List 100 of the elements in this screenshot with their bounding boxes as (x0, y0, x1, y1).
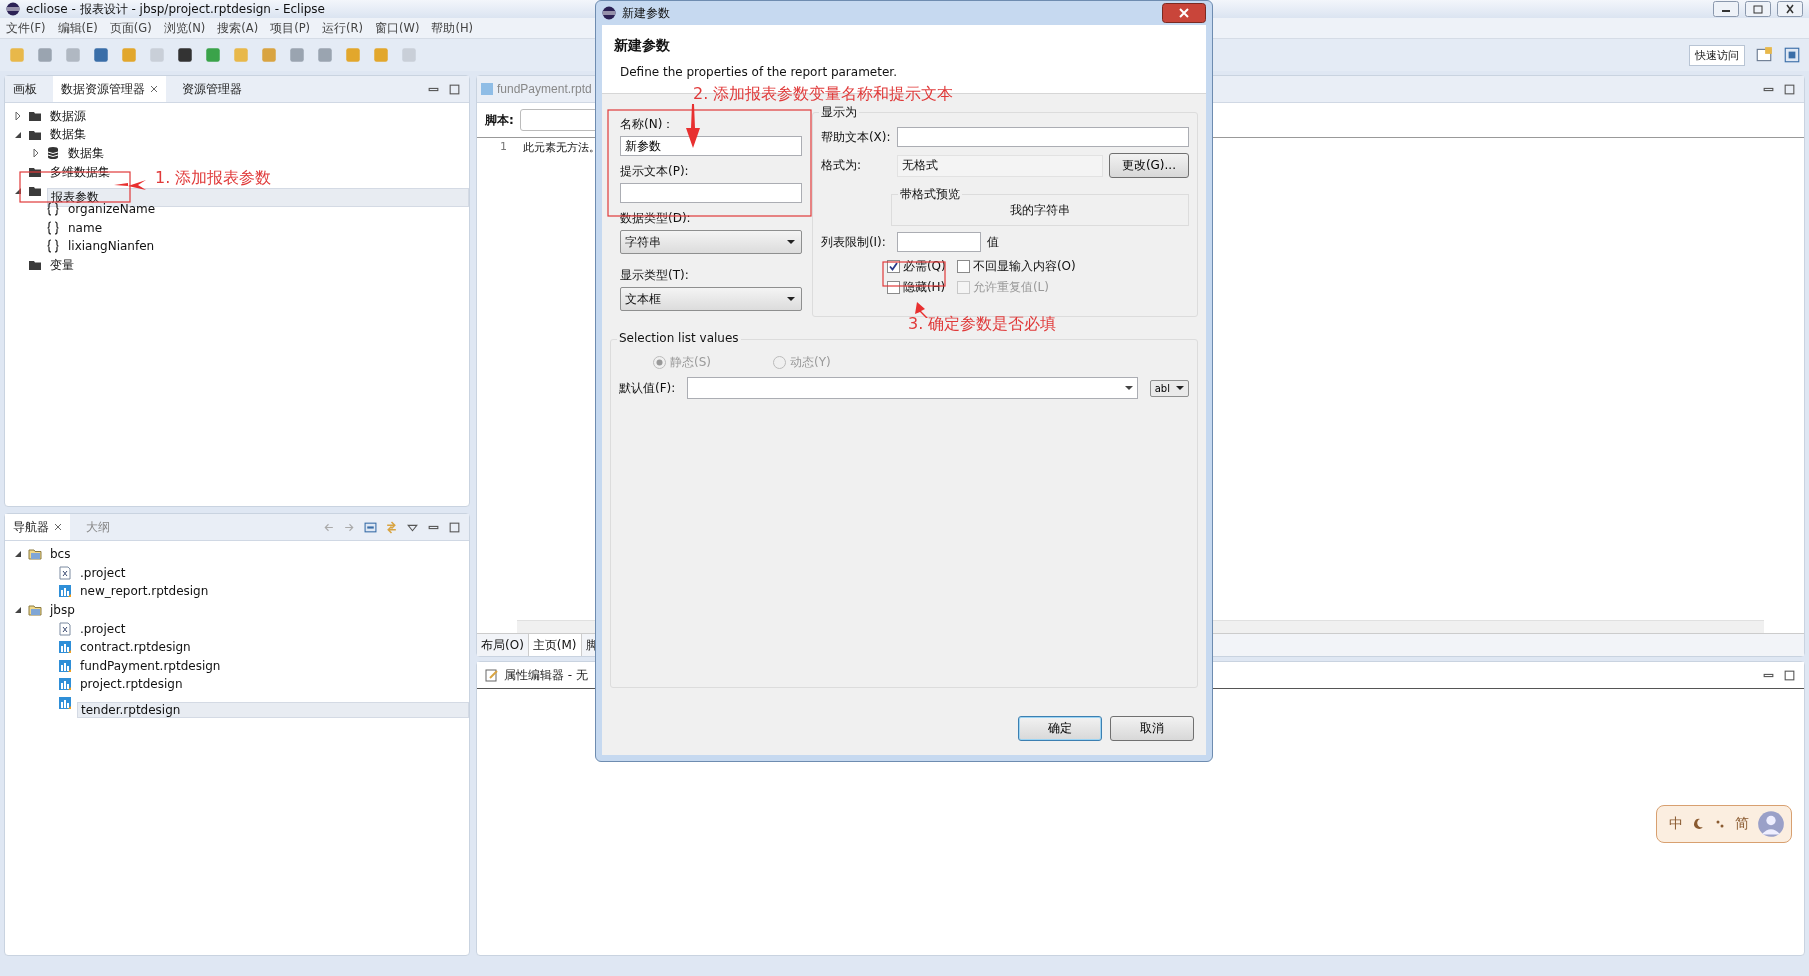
expand-toggle-icon[interactable] (13, 549, 23, 560)
window-title: ecliose - 报表设计 - jbsp/project.rptdesign - Eclipse (26, 0, 325, 18)
report-chart-icon (58, 640, 72, 655)
dialog-button[interactable]: 确定 (1018, 716, 1102, 741)
perspective-icon[interactable] (1783, 46, 1801, 64)
list-limit-input[interactable] (896, 232, 981, 252)
menu-item[interactable]: 页面(G) (109, 20, 152, 36)
help-text-input[interactable] (896, 127, 1189, 147)
maximize-icon[interactable] (448, 82, 461, 96)
tree-item[interactable]: 变量 (47, 256, 77, 274)
value-type-button[interactable]: abl (1149, 379, 1189, 397)
quick-access-field[interactable]: 快速访问 (1689, 44, 1745, 66)
unit-label: 值 (986, 233, 999, 251)
panel-tab[interactable]: 导航器 (5, 514, 70, 540)
checkbox-option[interactable]: 隐藏(H) (886, 279, 946, 296)
dialog-button[interactable]: 取消 (1110, 716, 1194, 741)
caret-icon[interactable] (1124, 384, 1133, 392)
menu-item[interactable]: 运行(R) (322, 20, 364, 36)
display-type-label: 显示类型(T): (620, 267, 690, 284)
folder-icon (28, 258, 42, 273)
maximize-icon[interactable] (1783, 668, 1796, 682)
list-limit-label: 列表限制(I): (820, 233, 887, 251)
group-title: Selection list values (617, 331, 741, 345)
tree-item[interactable]: jbsp (47, 603, 78, 618)
group-title: 显示为 (818, 104, 859, 121)
data-type-dropdown[interactable]: 字符串 (620, 230, 802, 254)
expand-toggle-icon[interactable] (13, 111, 23, 122)
menu-item[interactable]: 文件(F) (6, 20, 46, 36)
folder-icon (28, 165, 42, 180)
edit-page-icon (485, 668, 499, 682)
menu-item[interactable]: 搜索(A) (217, 20, 259, 36)
tree-item[interactable]: 数据集 (47, 126, 89, 144)
close-icon[interactable] (1777, 1, 1803, 17)
close-icon[interactable] (1162, 3, 1206, 23)
close-icon[interactable] (54, 523, 62, 531)
tree-item[interactable]: 数据集 (65, 145, 107, 162)
tree-item[interactable]: 多维数据集 (47, 163, 113, 181)
editor-page-tab[interactable]: 主页(M) (528, 634, 582, 656)
restore-icon[interactable] (1745, 1, 1771, 17)
caret-icon[interactable] (1176, 384, 1184, 392)
help-text-label: 帮助文本(X): (820, 128, 891, 146)
tree-item[interactable]: name (65, 220, 106, 235)
code-text: 此元素无方法。 (523, 140, 600, 155)
ime-status-bar[interactable]: 中 简 (1656, 805, 1792, 843)
tree-item[interactable]: new_report.rptdesign (77, 584, 212, 599)
default-value-label: 默认值(F): (619, 379, 677, 397)
database-icon (46, 146, 60, 161)
caret-icon[interactable] (786, 238, 795, 246)
menu-item[interactable]: 编辑(E) (57, 20, 98, 36)
tree-item[interactable]: contract.rptdesign (77, 640, 194, 655)
collapse-all-icon[interactable] (364, 520, 377, 534)
maximize-icon[interactable] (1783, 82, 1796, 96)
close-icon[interactable] (150, 85, 158, 93)
tree-item[interactable]: fundPayment.rptdesign (77, 658, 224, 673)
open-perspective-icon[interactable] (1755, 46, 1773, 64)
panel-tab[interactable]: 资源管理器 (174, 76, 250, 102)
menu-item[interactable]: 浏览(N) (163, 20, 206, 36)
tree-item[interactable]: 数据源 (47, 107, 89, 125)
annotation-text: 3. 确定参数是否必填 (908, 314, 1057, 335)
caret-icon[interactable] (786, 295, 795, 303)
format-label: 格式为: (820, 157, 862, 174)
eclipse-logo-icon (6, 2, 20, 16)
format-field: 无格式 (896, 154, 1103, 177)
panel-tab[interactable]: 画板 (5, 76, 45, 102)
panel-tab[interactable]: 数据资源管理器 (53, 76, 166, 102)
editor-page-tab[interactable]: 布局(O) (477, 634, 529, 656)
tree-item[interactable]: .project (77, 565, 129, 580)
name-label: 名称(N)： (620, 116, 676, 133)
tree-item[interactable]: project.rptdesign (77, 677, 186, 692)
tree-item[interactable]: tender.rptdesign (77, 702, 469, 719)
checkbox-icon[interactable] (956, 260, 970, 273)
display-type-dropdown[interactable]: 文本框 (620, 287, 802, 311)
minimize-icon[interactable] (1713, 1, 1739, 17)
maximize-icon[interactable] (448, 520, 461, 534)
moon-icon[interactable] (1691, 817, 1705, 831)
ime-script-text[interactable]: 简 (1735, 815, 1749, 833)
project-folder-icon (28, 603, 42, 618)
report-chart-icon (480, 82, 494, 96)
file-icon (58, 565, 72, 580)
prompt-text-input[interactable] (620, 183, 802, 203)
checkbox-option[interactable]: 不回显输入内容(O) (956, 258, 1076, 275)
script-label: 脚本: (485, 111, 514, 129)
name-input[interactable]: 新参数 (620, 136, 802, 156)
report-chart-icon (58, 677, 72, 692)
prompt-text-label: 提示文本(P): (620, 163, 690, 180)
checkbox-option[interactable]: 必需(Q) (886, 258, 946, 275)
tree-item[interactable]: .project (77, 621, 129, 636)
tree-item[interactable]: bcs (47, 547, 74, 562)
menu-item[interactable]: 窗口(W) (375, 20, 420, 36)
braces-icon (46, 239, 60, 254)
ime-mode-text[interactable]: 中 (1669, 815, 1683, 833)
change-format-button[interactable]: 更改(G)... (1108, 153, 1189, 178)
menu-item[interactable]: 项目(P) (270, 20, 311, 36)
preview-text: 我的字符串 (1009, 201, 1070, 219)
annotation-text: 1. 添加报表参数 (155, 168, 272, 189)
tree-item[interactable]: lixiangNianfen (65, 239, 158, 254)
menu-item[interactable]: 帮助(H) (431, 20, 474, 36)
expand-toggle-icon[interactable] (31, 148, 41, 159)
expand-toggle-icon[interactable] (13, 605, 23, 616)
dialog-title: 新建参数 (622, 4, 670, 22)
